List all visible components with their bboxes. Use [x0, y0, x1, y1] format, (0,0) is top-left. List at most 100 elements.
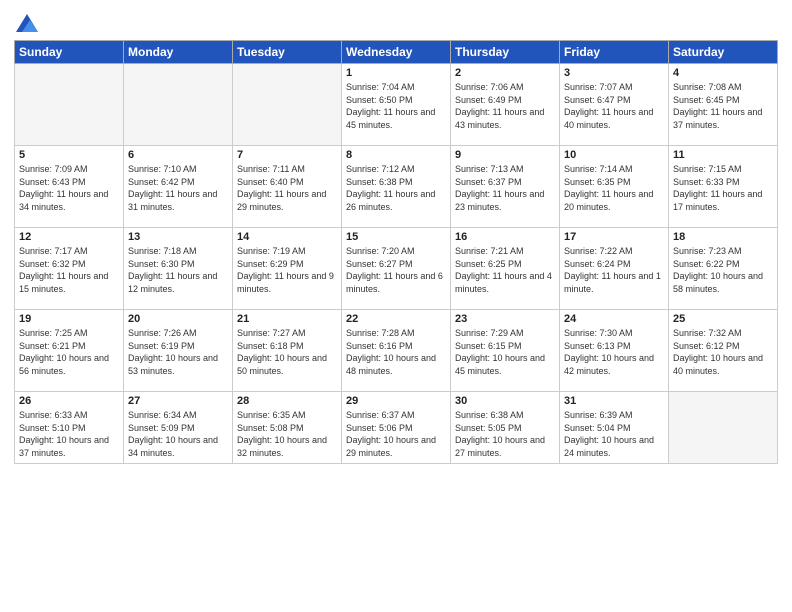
- calendar-cell: 5 Sunrise: 7:09 AM Sunset: 6:43 PM Daylig…: [15, 146, 124, 228]
- day-number: 8: [346, 149, 446, 161]
- calendar-cell: 4 Sunrise: 7:08 AM Sunset: 6:45 PM Daylig…: [669, 64, 778, 146]
- day-info: Sunrise: 7:06 AM Sunset: 6:49 PM Dayligh…: [455, 81, 555, 131]
- day-info: Sunrise: 7:18 AM Sunset: 6:30 PM Dayligh…: [128, 245, 228, 295]
- day-number: 21: [237, 313, 337, 325]
- day-number: 16: [455, 231, 555, 243]
- calendar-container: SundayMondayTuesdayWednesdayThursdayFrid…: [0, 0, 792, 612]
- day-number: 11: [673, 149, 773, 161]
- day-number: 23: [455, 313, 555, 325]
- calendar-cell: [669, 392, 778, 464]
- calendar-cell: 18 Sunrise: 7:23 AM Sunset: 6:22 PM Dayli…: [669, 228, 778, 310]
- week-row-5: 26Sunrise: 6:33 AM Sunset: 5:10 PM Dayli…: [15, 392, 778, 464]
- calendar-cell: 30Sunrise: 6:38 AM Sunset: 5:05 PM Dayli…: [451, 392, 560, 464]
- day-number: 3: [564, 67, 664, 79]
- day-info: Sunrise: 6:37 AM Sunset: 5:06 PM Dayligh…: [346, 409, 446, 459]
- day-info: Sunrise: 7:32 AM Sunset: 6:12 PM Dayligh…: [673, 327, 773, 377]
- calendar-cell: 6 Sunrise: 7:10 AM Sunset: 6:42 PM Daylig…: [124, 146, 233, 228]
- calendar-cell: 26Sunrise: 6:33 AM Sunset: 5:10 PM Dayli…: [15, 392, 124, 464]
- calendar-cell: 25 Sunrise: 7:32 AM Sunset: 6:12 PM Dayli…: [669, 310, 778, 392]
- calendar-cell: 21 Sunrise: 7:27 AM Sunset: 6:18 PM Dayli…: [233, 310, 342, 392]
- calendar-cell: 17 Sunrise: 7:22 AM Sunset: 6:24 PM Dayli…: [560, 228, 669, 310]
- day-number: 18: [673, 231, 773, 243]
- calendar-cell: 19 Sunrise: 7:25 AM Sunset: 6:21 PM Dayli…: [15, 310, 124, 392]
- weekday-header-monday: Monday: [124, 41, 233, 64]
- calendar-cell: 27 Sunrise: 6:34 AM Sunset: 5:09 PM Dayli…: [124, 392, 233, 464]
- calendar-cell: 14 Sunrise: 7:19 AM Sunset: 6:29 PM Dayli…: [233, 228, 342, 310]
- week-row-1: 1Sunrise: 7:04 AM Sunset: 6:50 PM Daylig…: [15, 64, 778, 146]
- day-number: 24: [564, 313, 664, 325]
- day-number: 17: [564, 231, 664, 243]
- calendar-cell: 23 Sunrise: 7:29 AM Sunset: 6:15 PM Dayli…: [451, 310, 560, 392]
- calendar-cell: 13 Sunrise: 7:18 AM Sunset: 6:30 PM Dayli…: [124, 228, 233, 310]
- weekday-header-saturday: Saturday: [669, 41, 778, 64]
- day-number: 13: [128, 231, 228, 243]
- calendar-cell: [233, 64, 342, 146]
- calendar-cell: 2Sunrise: 7:06 AM Sunset: 6:49 PM Daylig…: [451, 64, 560, 146]
- day-number: 27: [128, 395, 228, 407]
- day-number: 20: [128, 313, 228, 325]
- day-info: Sunrise: 6:33 AM Sunset: 5:10 PM Dayligh…: [19, 409, 119, 459]
- day-info: Sunrise: 7:28 AM Sunset: 6:16 PM Dayligh…: [346, 327, 446, 377]
- day-number: 31: [564, 395, 664, 407]
- day-info: Sunrise: 7:26 AM Sunset: 6:19 PM Dayligh…: [128, 327, 228, 377]
- week-row-2: 5 Sunrise: 7:09 AM Sunset: 6:43 PM Daylig…: [15, 146, 778, 228]
- calendar-cell: 16 Sunrise: 7:21 AM Sunset: 6:25 PM Dayli…: [451, 228, 560, 310]
- day-info: Sunrise: 7:21 AM Sunset: 6:25 PM Dayligh…: [455, 245, 555, 295]
- calendar-table: SundayMondayTuesdayWednesdayThursdayFrid…: [14, 40, 778, 464]
- day-info: Sunrise: 7:10 AM Sunset: 6:42 PM Dayligh…: [128, 163, 228, 213]
- day-info: Sunrise: 7:07 AM Sunset: 6:47 PM Dayligh…: [564, 81, 664, 131]
- day-number: 25: [673, 313, 773, 325]
- logo-icon: [16, 14, 38, 32]
- weekday-header-wednesday: Wednesday: [342, 41, 451, 64]
- calendar-cell: 12Sunrise: 7:17 AM Sunset: 6:32 PM Dayli…: [15, 228, 124, 310]
- day-number: 22: [346, 313, 446, 325]
- week-row-3: 12Sunrise: 7:17 AM Sunset: 6:32 PM Dayli…: [15, 228, 778, 310]
- calendar-cell: 29 Sunrise: 6:37 AM Sunset: 5:06 PM Dayli…: [342, 392, 451, 464]
- weekday-header-thursday: Thursday: [451, 41, 560, 64]
- weekday-header-tuesday: Tuesday: [233, 41, 342, 64]
- day-info: Sunrise: 7:09 AM Sunset: 6:43 PM Dayligh…: [19, 163, 119, 213]
- calendar-cell: 7Sunrise: 7:11 AM Sunset: 6:40 PM Daylig…: [233, 146, 342, 228]
- day-info: Sunrise: 7:22 AM Sunset: 6:24 PM Dayligh…: [564, 245, 664, 295]
- day-number: 6: [128, 149, 228, 161]
- day-info: Sunrise: 6:34 AM Sunset: 5:09 PM Dayligh…: [128, 409, 228, 459]
- calendar-cell: 20 Sunrise: 7:26 AM Sunset: 6:19 PM Dayli…: [124, 310, 233, 392]
- day-number: 9: [455, 149, 555, 161]
- day-info: Sunrise: 6:38 AM Sunset: 5:05 PM Dayligh…: [455, 409, 555, 459]
- day-number: 15: [346, 231, 446, 243]
- logo: [14, 14, 38, 34]
- weekday-header-friday: Friday: [560, 41, 669, 64]
- calendar-cell: 22 Sunrise: 7:28 AM Sunset: 6:16 PM Dayli…: [342, 310, 451, 392]
- day-info: Sunrise: 7:04 AM Sunset: 6:50 PM Dayligh…: [346, 81, 446, 131]
- day-number: 19: [19, 313, 119, 325]
- day-number: 4: [673, 67, 773, 79]
- day-info: Sunrise: 7:29 AM Sunset: 6:15 PM Dayligh…: [455, 327, 555, 377]
- day-info: Sunrise: 7:25 AM Sunset: 6:21 PM Dayligh…: [19, 327, 119, 377]
- day-info: Sunrise: 7:13 AM Sunset: 6:37 PM Dayligh…: [455, 163, 555, 213]
- day-info: Sunrise: 7:08 AM Sunset: 6:45 PM Dayligh…: [673, 81, 773, 131]
- day-number: 29: [346, 395, 446, 407]
- weekday-header-sunday: Sunday: [15, 41, 124, 64]
- calendar-cell: [124, 64, 233, 146]
- calendar-cell: 1Sunrise: 7:04 AM Sunset: 6:50 PM Daylig…: [342, 64, 451, 146]
- calendar-cell: 24 Sunrise: 7:30 AM Sunset: 6:13 PM Dayli…: [560, 310, 669, 392]
- calendar-cell: 3 Sunrise: 7:07 AM Sunset: 6:47 PM Daylig…: [560, 64, 669, 146]
- header: [14, 10, 778, 34]
- day-info: Sunrise: 7:15 AM Sunset: 6:33 PM Dayligh…: [673, 163, 773, 213]
- week-row-4: 19 Sunrise: 7:25 AM Sunset: 6:21 PM Dayli…: [15, 310, 778, 392]
- calendar-cell: 11 Sunrise: 7:15 AM Sunset: 6:33 PM Dayli…: [669, 146, 778, 228]
- day-info: Sunrise: 7:19 AM Sunset: 6:29 PM Dayligh…: [237, 245, 337, 295]
- day-info: Sunrise: 7:30 AM Sunset: 6:13 PM Dayligh…: [564, 327, 664, 377]
- day-info: Sunrise: 7:27 AM Sunset: 6:18 PM Dayligh…: [237, 327, 337, 377]
- calendar-cell: 8 Sunrise: 7:12 AM Sunset: 6:38 PM Daylig…: [342, 146, 451, 228]
- calendar-cell: 31Sunrise: 6:39 AM Sunset: 5:04 PM Dayli…: [560, 392, 669, 464]
- day-number: 10: [564, 149, 664, 161]
- day-info: Sunrise: 7:12 AM Sunset: 6:38 PM Dayligh…: [346, 163, 446, 213]
- day-info: Sunrise: 7:14 AM Sunset: 6:35 PM Dayligh…: [564, 163, 664, 213]
- day-number: 14: [237, 231, 337, 243]
- day-number: 5: [19, 149, 119, 161]
- calendar-cell: 9 Sunrise: 7:13 AM Sunset: 6:37 PM Daylig…: [451, 146, 560, 228]
- day-number: 28: [237, 395, 337, 407]
- day-number: 12: [19, 231, 119, 243]
- day-info: Sunrise: 7:23 AM Sunset: 6:22 PM Dayligh…: [673, 245, 773, 295]
